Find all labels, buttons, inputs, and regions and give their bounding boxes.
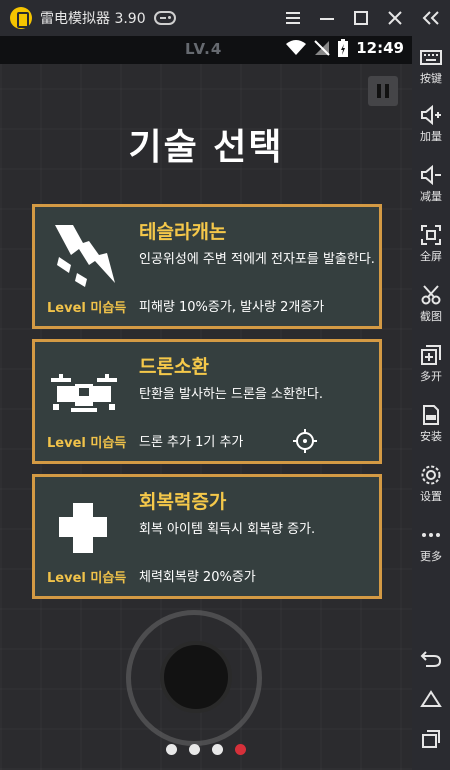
- android-status-bar: LV.4 12:49: [0, 36, 412, 64]
- close-button[interactable]: [378, 0, 412, 36]
- sidebar-item-settings[interactable]: 设置: [412, 464, 450, 504]
- battery-charging-icon: [338, 39, 349, 57]
- keyboard-icon: [420, 50, 442, 65]
- sidebar-item-keymap[interactable]: 按键: [412, 46, 450, 86]
- maximize-button[interactable]: [344, 0, 378, 36]
- collapse-sidebar-button[interactable]: [412, 0, 450, 36]
- apk-install-icon: [423, 405, 439, 425]
- title-bar: 雷电模拟器 3.90: [0, 0, 450, 36]
- skill-card-drone[interactable]: Level 미습득 드론소환 탄환을 발사하는 드론을 소환한다. 드론 추가 …: [32, 339, 382, 464]
- fullscreen-icon: [421, 225, 441, 245]
- more-icon: [422, 533, 440, 537]
- app-title: 雷电模拟器 3.90: [40, 11, 146, 27]
- maximize-icon: [354, 11, 368, 25]
- gear-icon: [421, 465, 441, 485]
- joystick-knob[interactable]: [160, 641, 232, 713]
- skill-level: Level 미습득: [47, 436, 127, 451]
- menu-button[interactable]: [276, 0, 310, 36]
- back-icon: [420, 651, 442, 667]
- sidebar-item-volume-down[interactable]: 减量: [412, 164, 450, 204]
- sidebar-item-fullscreen[interactable]: 全屏: [412, 224, 450, 264]
- close-icon: [388, 11, 402, 25]
- emulator-sidebar: 按键 加量 减量 全屏 截图 多开 安装 设置 更多: [412, 36, 450, 770]
- home-button[interactable]: [412, 688, 450, 710]
- drone-icon: [51, 374, 117, 412]
- skill-level: Level 미습득: [47, 301, 127, 316]
- page-dot: [189, 744, 200, 755]
- minimize-button[interactable]: [310, 0, 344, 36]
- skill-card-tesla[interactable]: Level 미습득 테슬라캐논 인공위성에 주변 적에게 전자포를 발출한다. …: [32, 204, 382, 329]
- page-dot: [166, 744, 177, 755]
- skill-stat: 피해량 10%증가, 발사량 2개증가: [139, 300, 325, 315]
- sidebar-item-volume-up[interactable]: 加量: [412, 104, 450, 144]
- volume-up-icon: [421, 104, 441, 126]
- double-chevron-left-icon: [422, 11, 439, 25]
- skill-title: 테슬라캐논: [139, 221, 227, 243]
- skill-description: 탄환을 발사하는 드론을 소환한다.: [139, 387, 323, 402]
- home-icon: [420, 690, 442, 707]
- page-dot: [212, 744, 223, 755]
- sidebar-item-screenshot[interactable]: 截图: [412, 284, 450, 324]
- emulator-window: 雷电模拟器 3.90 LV.4 12:49 기술 선택 Level 미습득 테슬…: [0, 0, 450, 770]
- sidebar-item-multi-instance[interactable]: 多开: [412, 344, 450, 384]
- skill-title: 드론소환: [139, 356, 209, 378]
- clock: 12:49: [356, 39, 404, 57]
- pause-icon: [377, 84, 381, 98]
- app-logo-icon: [10, 7, 32, 29]
- page-indicator: [166, 744, 246, 755]
- level-indicator: LV.4: [185, 40, 223, 58]
- skill-title: 회복력증가: [139, 491, 227, 513]
- skill-description: 인공위성에 주변 적에게 전자포를 발출한다.: [139, 252, 375, 267]
- page-title: 기술 선택: [128, 127, 284, 168]
- no-signal-icon: [314, 40, 330, 56]
- scissors-icon: [421, 285, 441, 305]
- skill-stat: 드론 추가 1기 추가: [139, 435, 244, 450]
- skill-description: 회복 아이템 획득시 회복량 증가.: [139, 522, 316, 537]
- crosshair-icon: [293, 429, 317, 453]
- pause-button[interactable]: [368, 76, 398, 106]
- back-button[interactable]: [412, 648, 450, 670]
- multi-instance-icon: [421, 345, 441, 365]
- health-cross-icon: [59, 503, 107, 553]
- minimize-icon: [320, 18, 334, 20]
- recent-apps-icon: [422, 730, 440, 748]
- game-screen[interactable]: LV.4 12:49 기술 선택 Level 미습득 테슬라캐논 인공위성에 주…: [0, 36, 412, 770]
- lightning-icon: [55, 225, 115, 287]
- sidebar-item-install[interactable]: 安装: [412, 404, 450, 444]
- skill-card-recovery[interactable]: Level 미습득 회복력증가 회복 아이템 획득시 회복량 증가. 체력회복량…: [32, 474, 382, 599]
- skill-level: Level 미습득: [47, 571, 127, 586]
- skill-stat: 체력회복량 20%증가: [139, 570, 256, 585]
- page-dot-active: [235, 744, 246, 755]
- hamburger-icon: [286, 12, 300, 24]
- wifi-icon: [286, 40, 307, 55]
- gamepad-icon[interactable]: [153, 11, 176, 25]
- sidebar-item-more[interactable]: 更多: [412, 524, 450, 564]
- recent-apps-button[interactable]: [412, 728, 450, 750]
- volume-down-icon: [421, 164, 441, 186]
